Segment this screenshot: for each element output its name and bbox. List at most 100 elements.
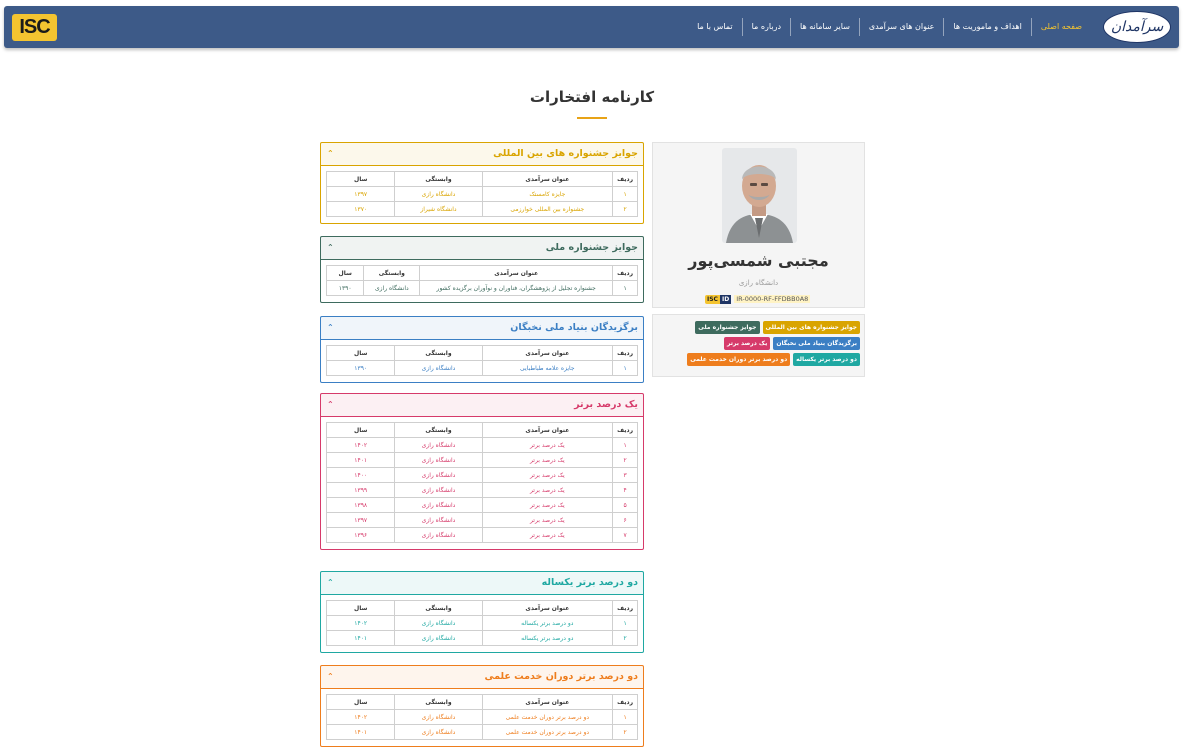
section-title: جوایز جشنواره های بین المللی [493,148,638,159]
chevron-up-icon[interactable]: ⌃ [327,672,334,681]
row-title[interactable]: جشنواره تجلیل از پژوهشگران، فناوران و نو… [419,280,614,296]
row-affiliation[interactable]: دانشگاه رازی [394,482,483,498]
section-title: یک درصد برتر [574,399,638,410]
column-header-row: ردیف [612,600,638,616]
column-header-year: سال [325,600,396,616]
menu-item-other-systems[interactable]: سایر سامانه ها [790,18,859,36]
row-number: ۴ [612,482,638,498]
row-title[interactable]: یک درصد برتر [481,497,614,513]
table-row: ۱ دو درصد برتر یکساله دانشگاه رازی ۱۴۰۲ [325,615,638,631]
researcher-id[interactable]: ISC ID IR-0000-RF-FFDBB0A8 [705,294,811,304]
row-number: ۱ [612,437,638,453]
chevron-up-icon[interactable]: ⌃ [327,578,334,587]
row-year: ۱۴۰۱ [325,452,396,468]
achievements-table: ردیف عنوان سرآمدی وابستگی سال ۱ یک درصد برتر د… [325,422,638,543]
profile-name: مجتبی شمسی‌پور [688,251,829,270]
tag-international-awards[interactable]: جوایز جشنواره های بین المللی [762,321,860,334]
chevron-up-icon[interactable]: ⌃ [327,400,334,409]
main-menu: صفحه اصلی اهداف و ماموریت ها عنوان های س… [688,6,1091,48]
row-affiliation[interactable]: دانشگاه رازی [363,280,421,296]
top-navbar: ISC صفحه اصلی اهداف و ماموریت ها عنوان ه… [4,6,1179,48]
section-header[interactable]: برگزیدگان بنیاد ملی نخبگان ⌃ [321,317,643,340]
row-affiliation[interactable]: دانشگاه شیراز [394,201,483,217]
column-header-affiliation: وابستگی [394,422,483,438]
menu-item-about[interactable]: درباره ما [741,18,790,36]
row-year: ۱۴۰۱ [325,724,396,740]
section-header[interactable]: جوایز جشنواره ملی ⌃ [321,237,643,260]
row-number: ۱ [612,709,638,725]
row-year: ۱۳۹۸ [325,497,396,513]
tag-top-two-percent-yearly[interactable]: دو درصد برتر یکساله [793,353,860,366]
column-header-title: عنوان سرآمدی [481,694,614,710]
column-header-year: سال [325,265,365,281]
menu-item-titles[interactable]: عنوان های سرآمدی [858,18,944,36]
row-affiliation[interactable]: دانشگاه رازی [394,527,483,543]
row-title[interactable]: یک درصد برتر [481,452,614,468]
tag-top-one-percent[interactable]: یک درصد برتر [723,337,771,350]
row-affiliation[interactable]: دانشگاه رازی [394,512,483,528]
section-title: جوایز جشنواره ملی [545,242,638,253]
table-row: ۴ یک درصد برتر دانشگاه رازی ۱۳۹۹ [325,482,638,498]
row-title[interactable]: یک درصد برتر [481,527,614,543]
tag-elites-foundation[interactable]: برگزیدگان بنیاد ملی نخبگان [773,337,860,350]
column-header-year: سال [325,345,396,361]
profile-university: دانشگاه رازی [738,279,779,287]
row-affiliation[interactable]: دانشگاه رازی [394,724,483,740]
column-header-affiliation: وابستگی [394,345,483,361]
isc-logo[interactable]: ISC [12,14,57,41]
table-header-row: ردیف عنوان سرآمدی وابستگی سال [325,345,638,361]
profile-card: مجتبی شمسی‌پور دانشگاه رازی ISC ID IR-00… [652,142,865,308]
row-title[interactable]: جشنواره بین المللی خوارزمی [481,201,614,217]
table-row: ۶ یک درصد برتر دانشگاه رازی ۱۳۹۷ [325,512,638,528]
row-affiliation[interactable]: دانشگاه رازی [394,360,483,376]
row-affiliation[interactable]: دانشگاه رازی [394,437,483,453]
menu-item-goals[interactable]: اهداف و ماموریت ها [943,18,1030,36]
row-title[interactable]: دو درصد برتر یکساله [481,630,614,646]
row-title[interactable]: دو درصد برتر یکساله [481,615,614,631]
row-title[interactable]: جایزه کامستک [481,186,614,202]
section-elites-foundation: برگزیدگان بنیاد ملی نخبگان ⌃ ردیف عنوان سرآ… [320,316,644,383]
row-title[interactable]: یک درصد برتر [481,467,614,483]
tag-national-awards[interactable]: جوایز جشنواره ملی [695,321,760,334]
section-international-awards: جوایز جشنواره های بین المللی ⌃ ردیف عنوان س… [320,142,644,224]
table-header-row: ردیف عنوان سرآمدی وابستگی سال [325,422,638,438]
column-header-year: سال [325,171,396,187]
row-year: ۱۴۰۱ [325,630,396,646]
row-affiliation[interactable]: دانشگاه رازی [394,709,483,725]
section-header[interactable]: جوایز جشنواره های بین المللی ⌃ [321,143,643,166]
column-header-title: عنوان سرآمدی [481,171,614,187]
row-title[interactable]: جایزه علامه طباطبایی [481,360,614,376]
table-row: ۲ جشنواره بین المللی خوارزمی دانشگاه شیراز… [325,201,638,217]
table-header-row: ردیف عنوان سرآمدی وابستگی سال [325,694,638,710]
chevron-up-icon[interactable]: ⌃ [327,323,334,332]
row-title[interactable]: یک درصد برتر [481,482,614,498]
menu-item-contact[interactable]: تماس با ما [688,18,742,36]
chevron-up-icon[interactable]: ⌃ [327,243,334,252]
row-title[interactable]: یک درصد برتر [481,512,614,528]
row-title[interactable]: یک درصد برتر [481,437,614,453]
row-affiliation[interactable]: دانشگاه رازی [394,630,483,646]
tag-top-two-percent-career[interactable]: دو درصد برتر دوران خدمت علمی [687,353,791,366]
row-affiliation[interactable]: دانشگاه رازی [394,615,483,631]
section-header[interactable]: دو درصد برتر یکساله ⌃ [321,572,643,595]
row-year: ۱۳۹۷ [325,186,396,202]
column-header-title: عنوان سرآمدی [481,600,614,616]
section-header[interactable]: یک درصد برتر ⌃ [321,394,643,417]
chevron-up-icon[interactable]: ⌃ [327,149,334,158]
row-affiliation[interactable]: دانشگاه رازی [394,452,483,468]
row-affiliation[interactable]: دانشگاه رازی [394,186,483,202]
section-body: ردیف عنوان سرآمدی وابستگی سال ۱ دو درصد برتر … [321,595,643,652]
section-header[interactable]: دو درصد برتر دوران خدمت علمی ⌃ [321,666,643,689]
menu-item-home[interactable]: صفحه اصلی [1030,18,1091,36]
column-header-affiliation: وابستگی [363,265,421,281]
table-row: ۲ دو درصد برتر یکساله دانشگاه رازی ۱۴۰۱ [325,630,638,646]
row-affiliation[interactable]: دانشگاه رازی [394,497,483,513]
brand-logo[interactable]: سرآمدان [1103,11,1171,43]
row-title[interactable]: دو درصد برتر دوران خدمت علمی [481,724,614,740]
section-title: برگزیدگان بنیاد ملی نخبگان [510,322,638,333]
row-title[interactable]: دو درصد برتر دوران خدمت علمی [481,709,614,725]
row-number: ۱ [612,186,638,202]
achievements-table: ردیف عنوان سرآمدی وابستگی سال ۱ جشنواره تجلیل… [325,265,638,296]
row-affiliation[interactable]: دانشگاه رازی [394,467,483,483]
section-title: دو درصد برتر یکساله [541,577,638,588]
